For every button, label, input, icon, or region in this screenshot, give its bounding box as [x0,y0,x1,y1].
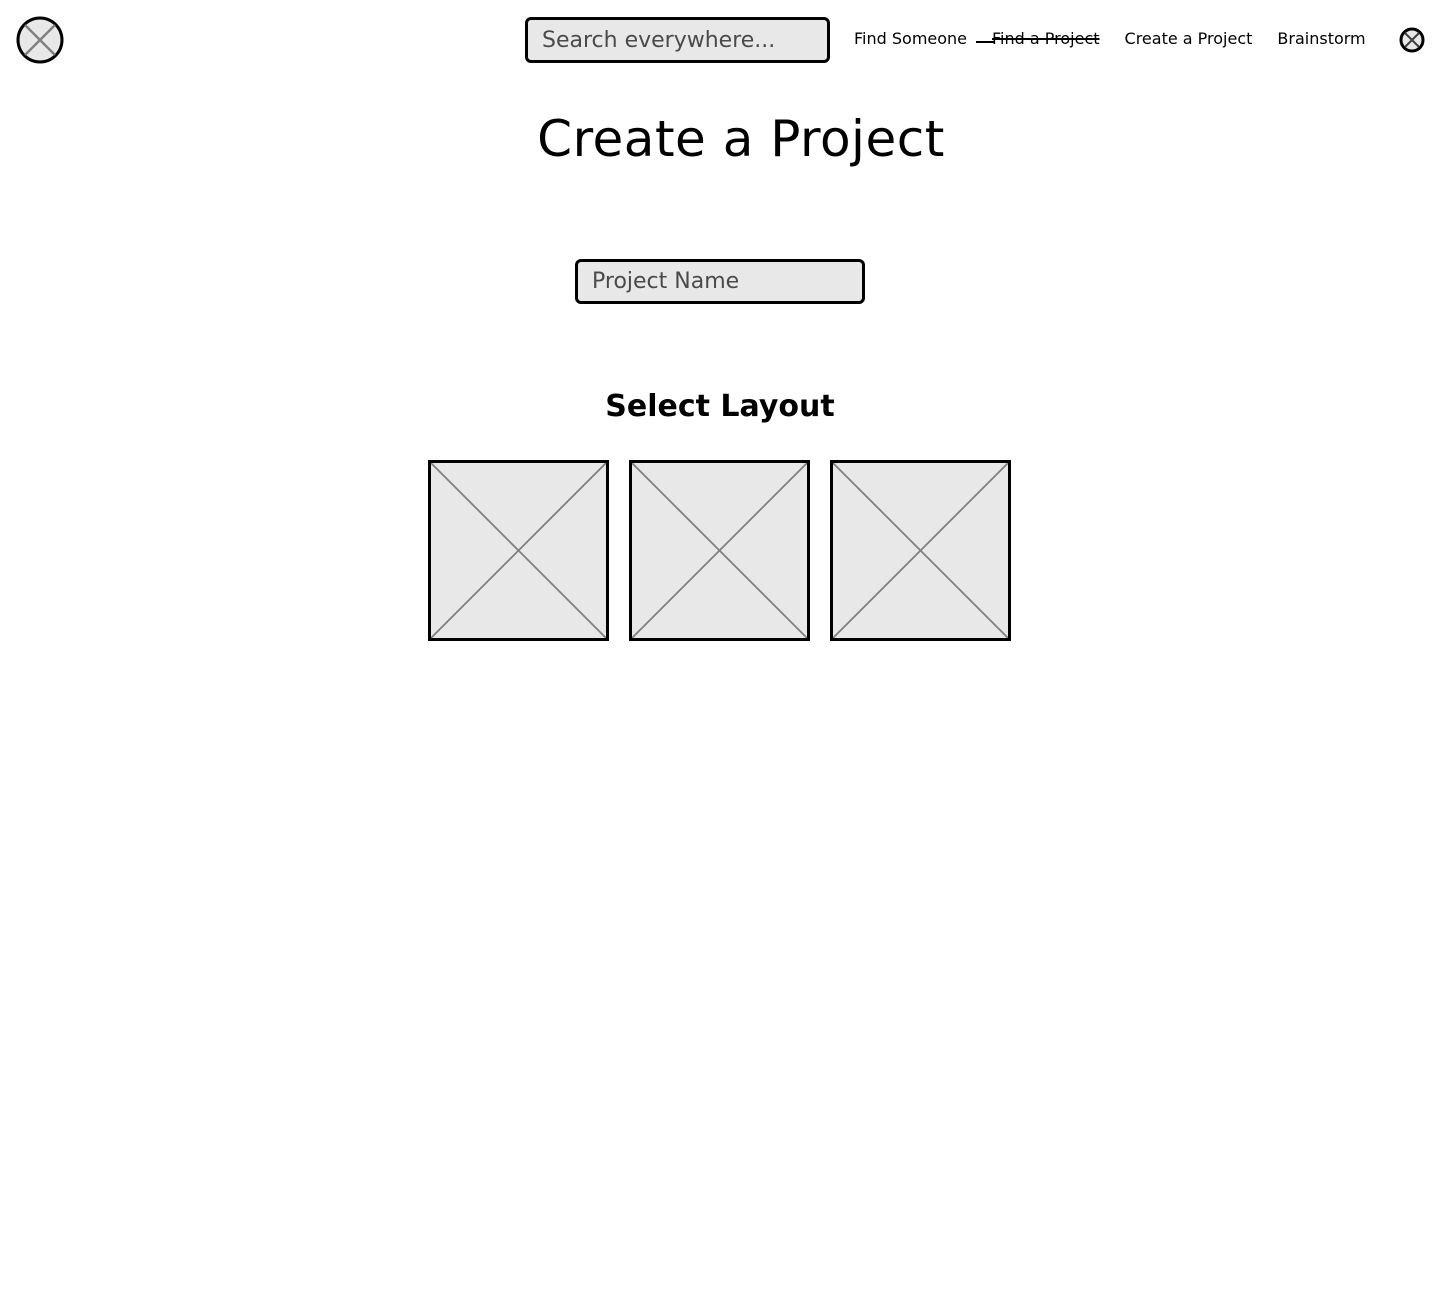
logo-icon[interactable] [16,16,64,64]
nav-create-a-project[interactable]: Create a Project [1125,28,1253,50]
page: Find Someone Find a Project Create a Pro… [0,0,1440,1293]
nav-find-a-project[interactable]: Find a Project [976,28,1100,50]
layout-options [428,460,1011,641]
layout-option-1[interactable] [428,460,609,641]
select-layout-heading: Select Layout [605,389,835,424]
page-title: Create a Project [537,110,945,168]
image-placeholder-icon [632,463,807,638]
nav-find-someone[interactable]: Find Someone [854,28,967,50]
project-name-input[interactable] [575,259,865,304]
layout-option-2[interactable] [629,460,810,641]
placeholder-circle-x-icon [1399,27,1425,53]
placeholder-circle-x-icon [16,16,64,64]
layout-option-3[interactable] [830,460,1011,641]
image-placeholder-icon [431,463,606,638]
image-placeholder-icon [833,463,1008,638]
top-nav: Find Someone Find a Project Create a Pro… [854,28,1366,50]
nav-brainstorm[interactable]: Brainstorm [1277,28,1365,50]
search-input[interactable] [525,17,830,63]
avatar[interactable] [1399,27,1425,53]
